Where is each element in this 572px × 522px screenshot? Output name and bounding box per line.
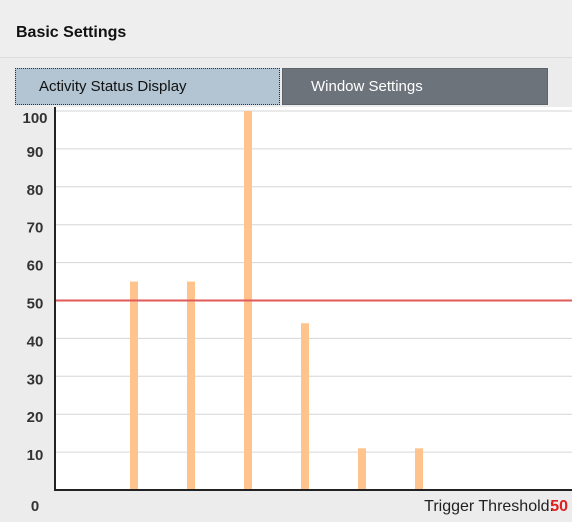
activity-bar-chart: 0 10 20 30 40 50 60 70 80 90 100 Trigger Threshold… bbox=[22, 107, 572, 515]
y-tick-label: 40 bbox=[27, 333, 44, 350]
y-tick-label: 80 bbox=[27, 182, 44, 199]
y-tick-label: 10 bbox=[27, 447, 44, 464]
tab-bar: Activity Status Display Window Settings bbox=[15, 68, 548, 107]
header-bar: Basic Settings bbox=[0, 0, 572, 58]
y-tick-label: 0 bbox=[31, 498, 39, 515]
tab-window-settings[interactable]: Window Settings bbox=[282, 68, 548, 105]
y-tick-label: 30 bbox=[27, 371, 44, 388]
y-tick-label: 70 bbox=[27, 220, 44, 237]
activity-bar bbox=[358, 448, 366, 490]
activity-bar bbox=[415, 448, 423, 490]
activity-bar bbox=[130, 281, 138, 490]
y-tick-label: 100 bbox=[22, 110, 47, 127]
y-tick-label: 50 bbox=[27, 296, 44, 313]
threshold-value: 50 bbox=[550, 498, 568, 515]
activity-chart-panel: 0 10 20 30 40 50 60 70 80 90 100 Trigger Threshold… bbox=[15, 107, 572, 522]
page-title: Basic Settings bbox=[16, 24, 127, 41]
y-tick-label: 90 bbox=[27, 144, 44, 161]
y-tick-label: 20 bbox=[27, 409, 44, 426]
activity-bar bbox=[187, 281, 195, 490]
y-tick-label: 60 bbox=[27, 258, 44, 275]
threshold-caption: Trigger Threshold: bbox=[424, 498, 554, 515]
tab-activity-status-display[interactable]: Activity Status Display bbox=[15, 68, 280, 105]
activity-bar bbox=[301, 323, 309, 490]
